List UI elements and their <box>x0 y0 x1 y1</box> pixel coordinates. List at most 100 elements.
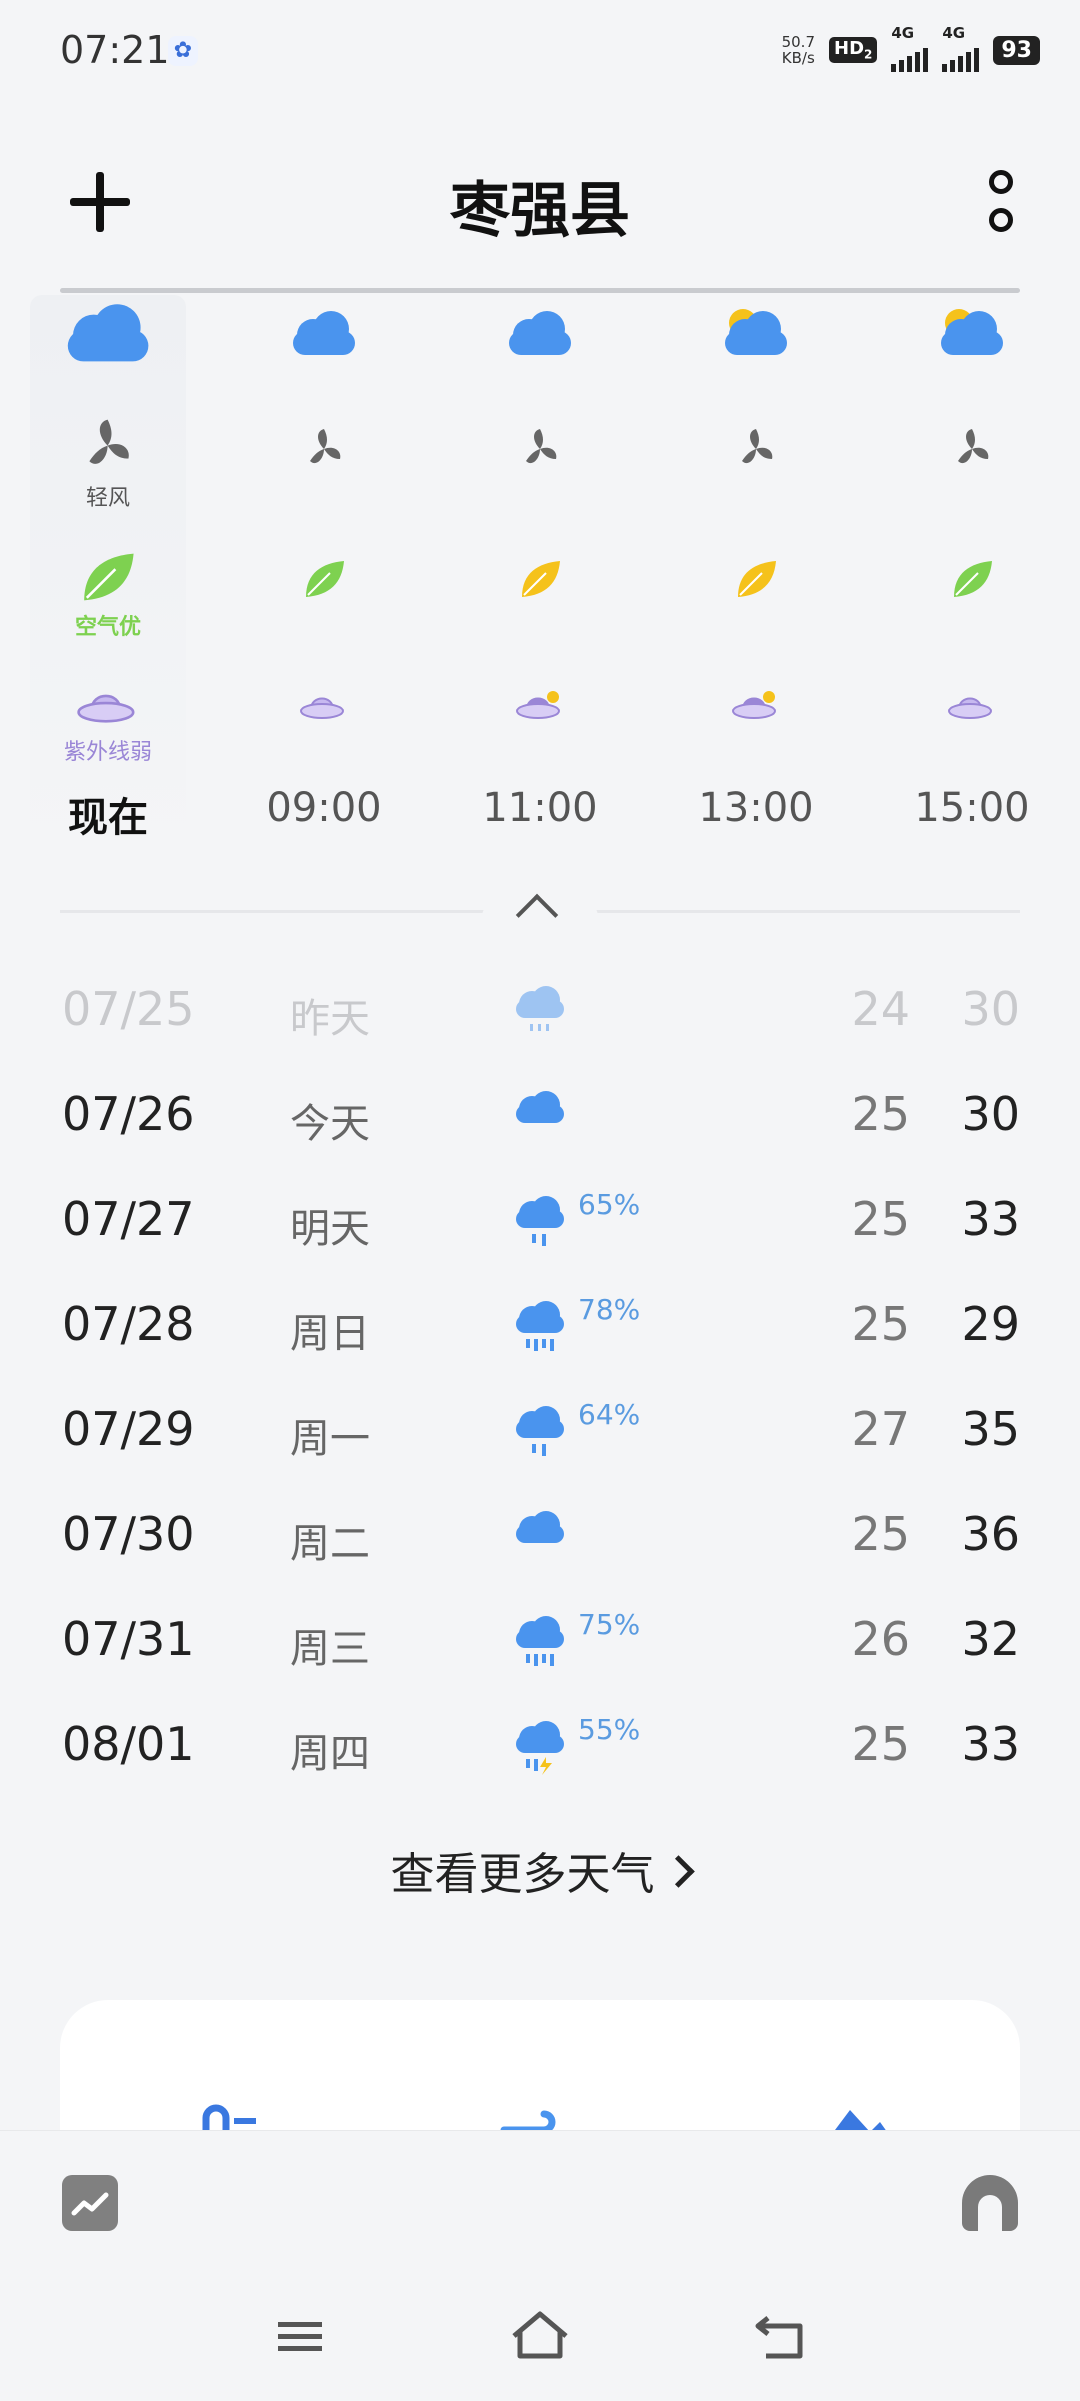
precipitation-probability: 64% <box>578 1398 641 1431</box>
menu-nav-button[interactable] <box>260 2306 340 2366</box>
daily-row[interactable]: 07/29 周一 64% 27 35 <box>0 1380 1080 1485</box>
day-date: 07/26 <box>62 1087 195 1141</box>
rain-icon <box>516 1196 564 1246</box>
precipitation-probability: 75% <box>578 1608 641 1641</box>
day-date: 07/30 <box>62 1507 195 1561</box>
air-quality-label: 空气优 <box>74 615 141 640</box>
daily-row[interactable]: 08/01 周四 55% 25 33 <box>0 1695 1080 1800</box>
daily-row[interactable]: 07/27 明天 65% 25 33 <box>0 1170 1080 1275</box>
air-quality-leaf-icon <box>522 561 560 597</box>
cloudy-icon <box>67 304 149 362</box>
high-temperature: 35 <box>961 1402 1020 1456</box>
uv-hat-icon <box>300 697 344 719</box>
low-temperature: 25 <box>851 1087 910 1141</box>
uv-hat-icon <box>516 691 560 719</box>
uv-hat-icon <box>948 697 992 719</box>
day-name: 周三 <box>290 1626 370 1672</box>
daily-row[interactable]: 07/28 周日 78% 25 29 <box>0 1275 1080 1380</box>
hour-time-label: 11:00 <box>482 785 598 831</box>
hour-time-label: 现在 <box>68 795 148 841</box>
low-temperature: 24 <box>851 982 910 1036</box>
daily-row[interactable]: 07/30 周二 25 36 <box>0 1485 1080 1590</box>
low-temperature: 26 <box>851 1612 910 1666</box>
cloudy-icon <box>293 311 355 355</box>
daily-row[interactable]: 07/26 今天 25 30 <box>0 1065 1080 1170</box>
hd-voice-icon: HD2 <box>829 37 878 63</box>
chevron-right-icon <box>661 1855 695 1888</box>
day-date: 07/29 <box>62 1402 195 1456</box>
signal-strength-icon: 4G <box>942 24 980 72</box>
home-city-button[interactable] <box>962 2175 1018 2231</box>
fan-wind-icon <box>89 419 130 464</box>
fan-wind-icon <box>742 429 773 464</box>
day-name: 今天 <box>290 1101 370 1147</box>
signal-strength-icon: 4G <box>891 24 929 72</box>
hourly-column: 轻风 空气优 紫外线弱现在 <box>30 295 186 855</box>
day-name: 周二 <box>290 1521 370 1567</box>
high-temperature: 33 <box>961 1192 1020 1246</box>
partly-cloudy-icon <box>725 309 787 355</box>
precipitation-probability: 78% <box>578 1293 641 1326</box>
trend-chart-button[interactable] <box>62 2175 118 2231</box>
home-nav-button[interactable] <box>500 2306 580 2366</box>
heavy-rain-icon <box>516 1301 564 1351</box>
low-temperature: 25 <box>851 1297 910 1351</box>
hour-time-label: 13:00 <box>698 785 814 831</box>
daily-row[interactable]: 07/25 昨天 24 30 <box>0 960 1080 1065</box>
hour-time-label: 15:00 <box>914 785 1030 831</box>
hour-time-label: 09:00 <box>266 785 382 831</box>
day-date: 08/01 <box>62 1717 195 1771</box>
rain-icon <box>516 1406 564 1456</box>
bottom-bar <box>0 2130 1080 2401</box>
partly-cloudy-icon <box>941 309 1003 355</box>
air-quality-leaf-icon <box>738 561 776 597</box>
day-name: 周四 <box>290 1731 370 1777</box>
day-name: 周日 <box>290 1311 370 1357</box>
wind-label: 轻风 <box>85 486 130 512</box>
uv-hat-icon <box>732 691 776 719</box>
chevron-up-icon <box>515 893 559 937</box>
air-quality-leaf-icon <box>306 561 344 597</box>
fan-wind-icon <box>958 429 989 464</box>
cloudy-icon <box>516 1091 564 1123</box>
low-temperature: 25 <box>851 1192 910 1246</box>
more-weather-link[interactable]: 查看更多天气 <box>0 1838 1080 1902</box>
more-options-button[interactable] <box>980 170 1020 240</box>
hourly-column: 13:00 <box>678 295 834 855</box>
day-date: 07/31 <box>62 1612 195 1666</box>
day-date: 07/25 <box>62 982 195 1036</box>
hourly-column: 15:00 <box>894 295 1050 855</box>
day-date: 07/28 <box>62 1297 195 1351</box>
low-temperature: 25 <box>851 1717 910 1771</box>
fan-wind-icon <box>526 429 557 464</box>
precipitation-probability: 65% <box>578 1188 641 1221</box>
status-bar: 07:21 ✿ 50.7 KB/s HD2 4G 4G 93 <box>0 0 1080 100</box>
battery-icon: 93 <box>993 35 1040 65</box>
hourly-column: 11:00 <box>462 295 618 855</box>
header: 枣强县 <box>0 150 1080 260</box>
status-time: 07:21 <box>60 28 170 72</box>
uv-label: 紫外线弱 <box>63 739 152 765</box>
collapse-chevron-button[interactable] <box>480 880 600 937</box>
baidu-paw-icon: ✿ <box>168 36 198 66</box>
day-name: 周一 <box>290 1416 370 1462</box>
day-name: 明天 <box>290 1206 370 1252</box>
daily-row[interactable]: 07/31 周三 75% 26 32 <box>0 1590 1080 1695</box>
air-quality-leaf-icon <box>954 561 992 597</box>
high-temperature: 36 <box>961 1507 1020 1561</box>
day-date: 07/27 <box>62 1192 195 1246</box>
high-temperature: 29 <box>961 1297 1020 1351</box>
network-speed: 50.7 KB/s <box>781 33 815 67</box>
high-temperature: 33 <box>961 1717 1020 1771</box>
back-nav-button[interactable] <box>740 2306 820 2366</box>
fan-wind-icon <box>310 429 341 464</box>
header-divider <box>60 288 1020 293</box>
uv-hat-icon <box>76 694 134 723</box>
status-indicators: 50.7 KB/s HD2 4G 4G 93 <box>781 24 1040 72</box>
air-quality-leaf-icon <box>84 553 134 601</box>
heavy-rain-icon <box>516 1616 564 1666</box>
cloudy-icon <box>509 311 571 355</box>
high-temperature: 30 <box>961 1087 1020 1141</box>
low-temperature: 25 <box>851 1507 910 1561</box>
high-temperature: 32 <box>961 1612 1020 1666</box>
